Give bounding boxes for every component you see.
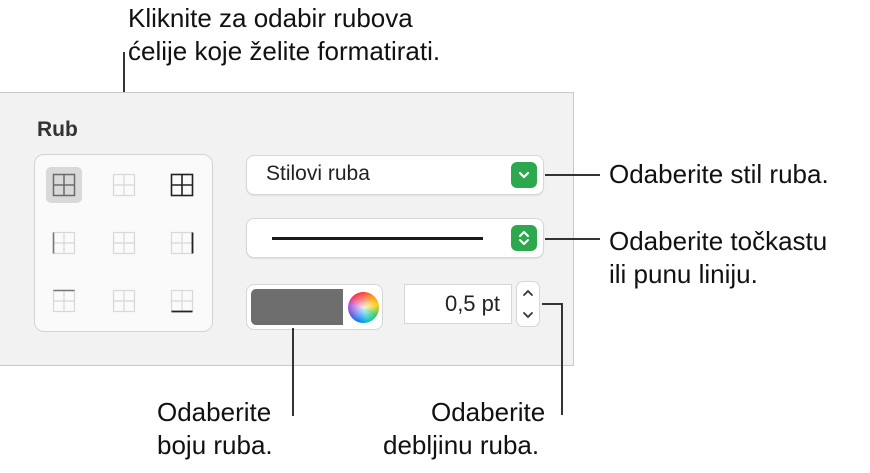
line-style-popup[interactable] bbox=[246, 218, 544, 258]
callout-select-borders-line2: ćelije koje želite formatirati. bbox=[128, 36, 441, 66]
border-selector-grid bbox=[34, 154, 213, 332]
all-borders-icon bbox=[52, 173, 76, 197]
border-width-stepper[interactable] bbox=[516, 281, 540, 327]
border-option-all[interactable] bbox=[46, 167, 82, 203]
border-option-vertical-inside[interactable] bbox=[106, 225, 142, 261]
border-option-horizontal-inside[interactable] bbox=[106, 283, 142, 319]
callout-choose-color-line2: boju ruba. bbox=[157, 430, 273, 460]
decrement-button[interactable] bbox=[517, 304, 539, 326]
leader-line-dash bbox=[545, 238, 600, 240]
callout-choose-dash-line1: Odaberite točkastu bbox=[609, 226, 828, 256]
leader-line-width-v bbox=[561, 303, 563, 415]
left-border-icon bbox=[52, 231, 76, 255]
horizontal-inside-border-icon bbox=[112, 289, 136, 313]
top-border-icon bbox=[52, 289, 76, 313]
border-option-right[interactable] bbox=[164, 225, 200, 261]
callout-choose-style: Odaberite stil ruba. bbox=[609, 159, 829, 189]
border-color-well[interactable] bbox=[246, 284, 383, 330]
right-border-icon bbox=[170, 231, 194, 255]
border-option-top[interactable] bbox=[46, 283, 82, 319]
vertical-inside-border-icon bbox=[112, 231, 136, 255]
leader-line-width-h bbox=[542, 303, 562, 305]
callout-choose-dash-line2: ili punu liniju. bbox=[609, 259, 758, 289]
border-styles-popup[interactable]: Stilovi ruba bbox=[246, 155, 544, 195]
chevron-down-icon bbox=[523, 312, 533, 318]
increment-button[interactable] bbox=[517, 282, 539, 304]
callout-choose-color-line1: Odaberite bbox=[157, 397, 272, 427]
chevron-down-icon bbox=[511, 162, 537, 188]
leader-line-color bbox=[292, 328, 294, 416]
border-option-inside[interactable] bbox=[106, 167, 142, 203]
chevron-up-icon bbox=[523, 290, 533, 296]
callout-choose-width-line1: Odaberite bbox=[431, 397, 546, 427]
inside-borders-icon bbox=[112, 173, 136, 197]
border-option-left[interactable] bbox=[46, 225, 82, 261]
leader-line-style bbox=[545, 174, 600, 176]
callout-select-borders-line1: Kliknite za odabir rubova bbox=[128, 3, 413, 33]
bottom-border-icon bbox=[170, 289, 194, 313]
chevron-updown-icon bbox=[511, 225, 537, 251]
color-wheel-icon[interactable] bbox=[348, 292, 379, 323]
border-styles-label: Stilovi ruba bbox=[266, 162, 370, 185]
border-option-bottom[interactable] bbox=[164, 283, 200, 319]
border-width-field[interactable]: 0,5 pt bbox=[404, 284, 512, 324]
outer-and-inside-borders-icon bbox=[170, 173, 194, 197]
solid-line-sample bbox=[272, 237, 483, 240]
color-swatch[interactable] bbox=[251, 289, 343, 325]
border-option-outer-inside[interactable] bbox=[164, 167, 200, 203]
section-title: Rub bbox=[37, 118, 78, 141]
callout-choose-width-line2: debljinu ruba. bbox=[383, 430, 540, 460]
